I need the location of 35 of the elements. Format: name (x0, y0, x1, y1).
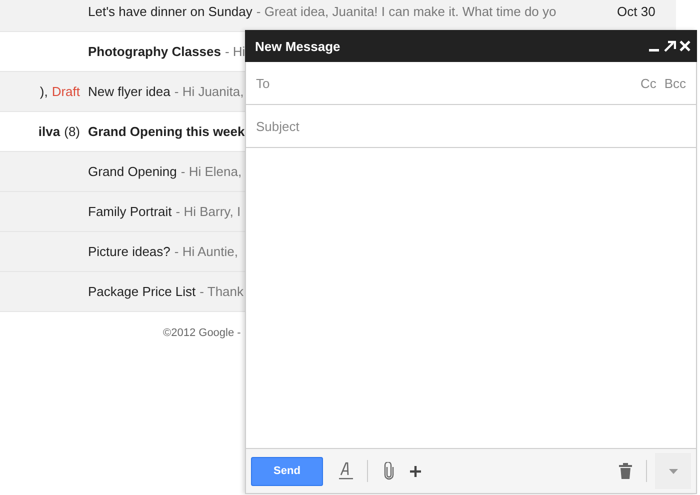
snippet-text: - Hi (224, 44, 246, 59)
subject-text: Picture ideas? (88, 244, 170, 259)
snippet-text: - Hi Auntie, (174, 244, 238, 259)
subject-text: Let's have dinner on Sunday (88, 4, 252, 19)
subject-text: Family Portrait (88, 204, 172, 219)
message-count: (8) (64, 124, 80, 139)
diagonal-arrow-icon[interactable] (663, 40, 676, 52)
text-format-icon[interactable] (339, 462, 353, 480)
paperclip-icon[interactable] (384, 462, 394, 480)
sender-text: ), (40, 84, 48, 99)
copyright-text: ©2012 Google - (163, 327, 241, 339)
subject-field[interactable]: Subject (256, 118, 686, 134)
cc-link[interactable]: Cc (640, 76, 656, 90)
subject-text: Photography Classes (88, 44, 221, 59)
subject-text: Grand Opening this week (88, 124, 245, 139)
snippet-text: - Hi Elena, (180, 164, 242, 179)
snippet-text: - Great idea, Juanita! I can make it. What time do yo (256, 4, 556, 19)
email-row[interactable]: Let's have dinner on Sunday - Great idea, Juanita! I can make it. What time do yo Oct 30 (0, 0, 676, 32)
subject-text: New flyer idea (88, 84, 170, 99)
trash-icon[interactable] (619, 463, 632, 479)
draft-label: Draft (52, 84, 80, 99)
date-text: Oct 30 (617, 4, 656, 19)
subject-text: Package Price List (88, 284, 196, 299)
snippet-text: - Hi Barry, I (176, 204, 241, 219)
caret-icon (668, 468, 678, 474)
bcc-link[interactable]: Bcc (664, 76, 686, 90)
subject-text: Grand Opening (88, 164, 177, 179)
window-title: New Message (255, 38, 342, 54)
to-field[interactable]: To (256, 76, 632, 90)
plus-icon[interactable] (410, 466, 421, 476)
close-icon[interactable] (679, 40, 691, 52)
snippet-text: - Hi Juanita, (174, 84, 244, 99)
send-button[interactable]: Send (251, 456, 323, 486)
snippet-text: - Thank (200, 284, 244, 299)
sender-name: ilva (38, 124, 60, 139)
